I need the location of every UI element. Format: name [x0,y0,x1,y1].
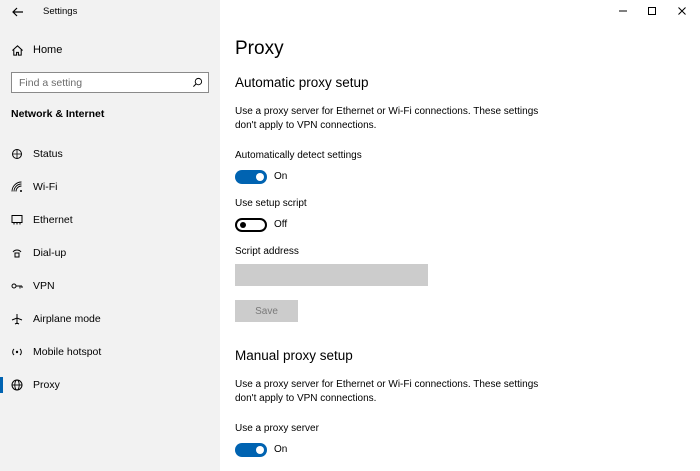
hotspot-icon [12,348,22,356]
automatic-description: Use a proxy server for Ethernet or Wi-Fi… [235,106,539,131]
home-icon [12,44,23,56]
detect-settings-toggle[interactable] [235,170,267,184]
sidebar-item-label: Dial-up [33,247,67,259]
back-arrow-icon[interactable] [11,5,25,19]
close-icon [678,7,686,15]
maximize-button[interactable] [645,4,659,18]
minimize-button[interactable] [616,4,630,18]
globe-icon [11,379,23,391]
use-proxy-state: On [274,444,288,455]
sidebar-item-label: Mobile hotspot [33,346,102,358]
setup-script-label: Use setup script [235,198,307,209]
search-input[interactable] [12,76,182,89]
setup-script-state: Off [274,219,288,230]
sidebar-item-status[interactable]: Status [0,140,220,168]
save-button[interactable]: Save [235,300,298,322]
sidebar-item-vpn[interactable]: VPN [0,272,220,300]
vpn-icon [11,283,23,289]
wifi-icon [11,181,22,192]
section-title: Network & Internet [11,108,105,120]
maximize-icon [648,7,656,15]
sidebar-item-hotspot[interactable]: Mobile hotspot [0,338,220,366]
sidebar-home[interactable]: Home [11,42,62,58]
manual-description: Use a proxy server for Ethernet or Wi-Fi… [235,379,539,404]
sidebar-item-label: Wi-Fi [33,181,58,193]
detect-settings-state: On [274,171,288,182]
automatic-heading: Automatic proxy setup [235,75,369,90]
minimize-icon [619,10,627,12]
sidebar-item-ethernet[interactable]: Ethernet [0,206,220,234]
app-title: Settings [43,6,78,17]
sidebar-item-proxy[interactable]: Proxy [0,371,220,399]
sidebar-home-label: Home [33,44,63,56]
ethernet-icon [11,215,23,225]
sidebar-item-dialup[interactable]: Dial-up [0,239,220,267]
page-title: Proxy [235,38,284,59]
sidebar-item-label: Status [33,148,63,160]
close-button[interactable] [675,4,689,18]
use-proxy-toggle[interactable] [235,443,267,457]
search-icon[interactable] [192,77,203,88]
status-icon [12,149,22,159]
script-address-input[interactable] [235,264,428,286]
detect-settings-label: Automatically detect settings [235,150,362,161]
sidebar-item-label: VPN [33,280,55,292]
dialup-icon [12,249,22,258]
airplane-icon [11,314,23,325]
use-proxy-label: Use a proxy server [235,423,319,434]
setup-script-toggle[interactable] [235,218,267,232]
sidebar-item-label: Airplane mode [33,313,101,325]
search-box[interactable] [11,72,209,93]
sidebar-item-airplane[interactable]: Airplane mode [0,305,220,333]
sidebar-item-wifi[interactable]: Wi-Fi [0,173,220,201]
sidebar-item-label: Ethernet [33,214,73,226]
sidebar: Settings Home Network & Internet Status … [0,0,220,471]
main-content: Proxy Automatic proxy setup Use a proxy … [220,0,700,471]
manual-heading: Manual proxy setup [235,348,353,363]
script-address-label: Script address [235,246,299,257]
sidebar-item-label: Proxy [33,379,60,391]
